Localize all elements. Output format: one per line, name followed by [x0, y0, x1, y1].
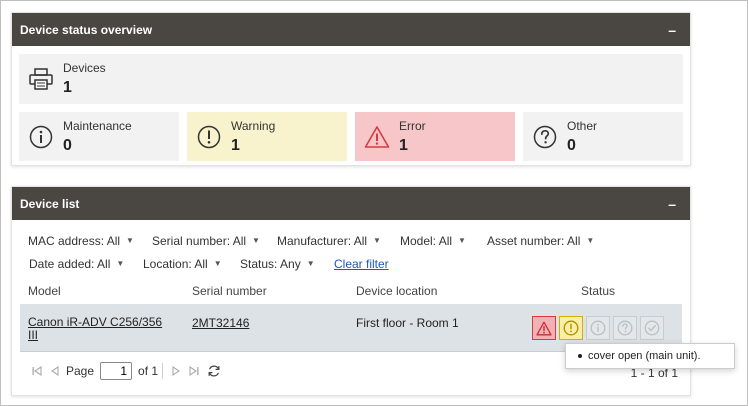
column-header-location[interactable]: Device location — [356, 284, 437, 298]
device-list-title: Device list — [20, 196, 80, 211]
filter-manufacturer[interactable]: Manufacturer: All ▼ — [277, 234, 381, 248]
refresh-icon[interactable] — [205, 362, 223, 380]
filter-bar: MAC address: All ▼ Serial number: All ▼ Ma… — [28, 234, 678, 274]
devices-label: Devices — [63, 61, 106, 75]
column-header-model[interactable]: Model — [28, 284, 61, 298]
caret-down-icon: ▼ — [213, 259, 222, 268]
filter-asset-number[interactable]: Asset number: All ▼ — [487, 234, 594, 248]
printer-icon — [19, 67, 63, 91]
filter-model[interactable]: Model: All ▼ — [400, 234, 466, 248]
status-info-icon[interactable] — [586, 316, 610, 340]
caret-down-icon: ▼ — [116, 259, 125, 268]
filter-serial-label: Serial number: All — [152, 234, 247, 248]
caret-down-icon: ▼ — [306, 259, 315, 268]
bullet-icon — [578, 354, 582, 358]
filter-asset-label: Asset number: All — [487, 234, 581, 248]
filter-location-label: Location: All — [143, 257, 208, 271]
last-page-icon[interactable] — [185, 362, 203, 380]
filter-mac-label: MAC address: All — [28, 234, 121, 248]
status-warning-icon[interactable] — [559, 316, 583, 340]
warning-tile[interactable]: Warning 1 — [187, 112, 347, 161]
caret-down-icon: ▼ — [373, 236, 381, 245]
status-overview-panel: Device status overview – Devices 1 Maint… — [11, 12, 691, 166]
page-of-label: of 1 — [138, 364, 159, 378]
collapse-overview-button[interactable]: – — [668, 23, 676, 37]
device-model-link[interactable]: Canon iR-ADV C256/356 III — [28, 316, 170, 342]
filter-date-label: Date added: All — [29, 257, 111, 271]
prev-page-icon[interactable] — [46, 362, 64, 380]
error-label: Error — [399, 118, 426, 133]
info-icon — [19, 125, 63, 149]
filter-model-label: Model: All — [400, 234, 453, 248]
tooltip-text: cover open (main unit). — [588, 350, 701, 362]
device-serial-link[interactable]: 2MT32146 — [192, 316, 249, 330]
status-overview-header: Device status overview – — [12, 13, 690, 46]
error-count: 1 — [399, 136, 408, 154]
status-error-icon[interactable] — [532, 316, 556, 340]
status-ok-icon[interactable] — [640, 316, 664, 340]
error-triangle-icon — [355, 125, 399, 149]
warning-circle-icon — [187, 125, 231, 149]
caret-down-icon: ▼ — [252, 236, 260, 245]
question-icon — [523, 125, 567, 149]
other-label: Other — [567, 118, 598, 133]
filter-manufacturer-label: Manufacturer: All — [277, 234, 368, 248]
filter-mac-address[interactable]: MAC address: All ▼ — [28, 234, 134, 248]
pager-divider — [162, 363, 164, 379]
filter-status-label: Status: Any — [240, 257, 301, 271]
clear-filter-link[interactable]: Clear filter — [334, 257, 389, 271]
warning-label: Warning — [231, 118, 276, 133]
collapse-list-button[interactable]: – — [668, 197, 676, 211]
page-number-input[interactable] — [100, 362, 133, 380]
column-header-serial[interactable]: Serial number — [192, 284, 267, 298]
caret-down-icon: ▼ — [458, 236, 466, 245]
maintenance-label: Maintenance — [63, 118, 132, 133]
devices-count: 1 — [63, 79, 72, 96]
page-label: Page — [66, 364, 95, 378]
filter-location[interactable]: Location: All ▼ — [143, 257, 222, 271]
maintenance-count: 0 — [63, 136, 72, 154]
error-tile[interactable]: Error 1 — [355, 112, 515, 161]
filter-status[interactable]: Status: Any ▼ — [240, 257, 315, 271]
filter-serial-number[interactable]: Serial number: All ▼ — [152, 234, 260, 248]
device-location: First floor - Room 1 — [356, 316, 459, 330]
maintenance-tile[interactable]: Maintenance 0 — [19, 112, 179, 161]
column-header-status[interactable]: Status — [581, 284, 615, 298]
status-overview-title: Device status overview — [20, 22, 153, 37]
status-tooltip: cover open (main unit). — [565, 343, 735, 369]
status-icons — [532, 316, 664, 340]
other-tile[interactable]: Other 0 — [523, 112, 683, 161]
other-count: 0 — [567, 136, 576, 154]
warning-count: 1 — [231, 136, 240, 154]
caret-down-icon: ▼ — [126, 236, 134, 245]
status-question-icon[interactable] — [613, 316, 637, 340]
filter-date-added[interactable]: Date added: All ▼ — [29, 257, 124, 271]
first-page-icon[interactable] — [28, 362, 46, 380]
pager: Page of 1 — [28, 362, 223, 380]
caret-down-icon: ▼ — [586, 236, 595, 245]
next-page-icon[interactable] — [167, 362, 185, 380]
devices-tile[interactable]: Devices 1 — [19, 54, 683, 104]
device-list-header: Device list – — [12, 187, 690, 220]
